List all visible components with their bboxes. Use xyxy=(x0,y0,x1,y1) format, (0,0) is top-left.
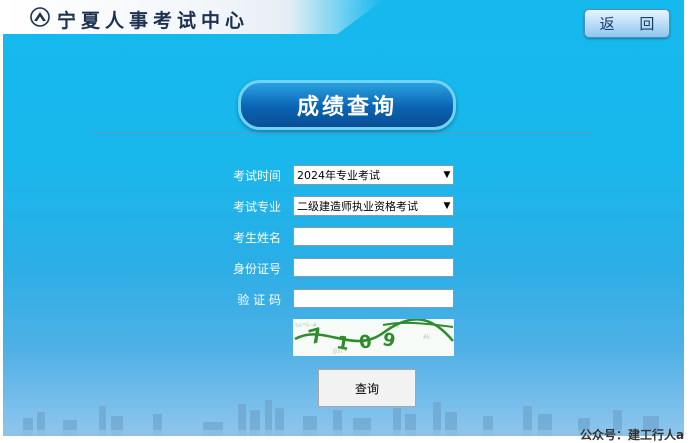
watermark-text: 公众号：建工行人a xyxy=(580,428,685,442)
captcha-label: 验 证 码 xyxy=(237,293,281,307)
exam-major-select[interactable]: 二级建造师执业资格考试 ▼ xyxy=(293,196,454,216)
emblem-icon xyxy=(30,7,50,27)
captcha-image[interactable]: %x*k~# @3r+ k*% #k .* 7 1 0 9 xyxy=(293,319,454,356)
exam-query-panel: 宁夏人事考试中心 返 回 成绩查询 考试时间 2024年专业考试 ▼ 考试专业 … xyxy=(3,0,684,436)
page-title: 成绩查询 xyxy=(238,80,456,130)
chevron-down-icon: ▼ xyxy=(443,170,451,180)
back-button[interactable]: 返 回 xyxy=(584,9,670,38)
captcha-input[interactable] xyxy=(293,289,454,308)
exam-time-value: 2024年专业考试 xyxy=(297,169,380,182)
id-number-input[interactable] xyxy=(293,258,454,277)
exam-time-label: 考试时间 xyxy=(232,169,281,183)
exam-time-select[interactable]: 2024年专业考试 ▼ xyxy=(293,165,454,185)
id-number-label: 身份证号 xyxy=(232,262,281,276)
name-input[interactable] xyxy=(293,227,454,246)
svg-text:#k: #k xyxy=(423,334,431,341)
chevron-down-icon: ▼ xyxy=(443,201,451,211)
exam-major-value: 二级建造师执业资格考试 xyxy=(297,200,418,213)
name-label: 考生姓名 xyxy=(232,231,281,245)
exam-major-label: 考试专业 xyxy=(232,200,281,214)
header-logo-bar: 宁夏人事考试中心 xyxy=(3,0,383,34)
site-name: 宁夏人事考试中心 xyxy=(57,10,250,32)
divider xyxy=(92,133,592,134)
